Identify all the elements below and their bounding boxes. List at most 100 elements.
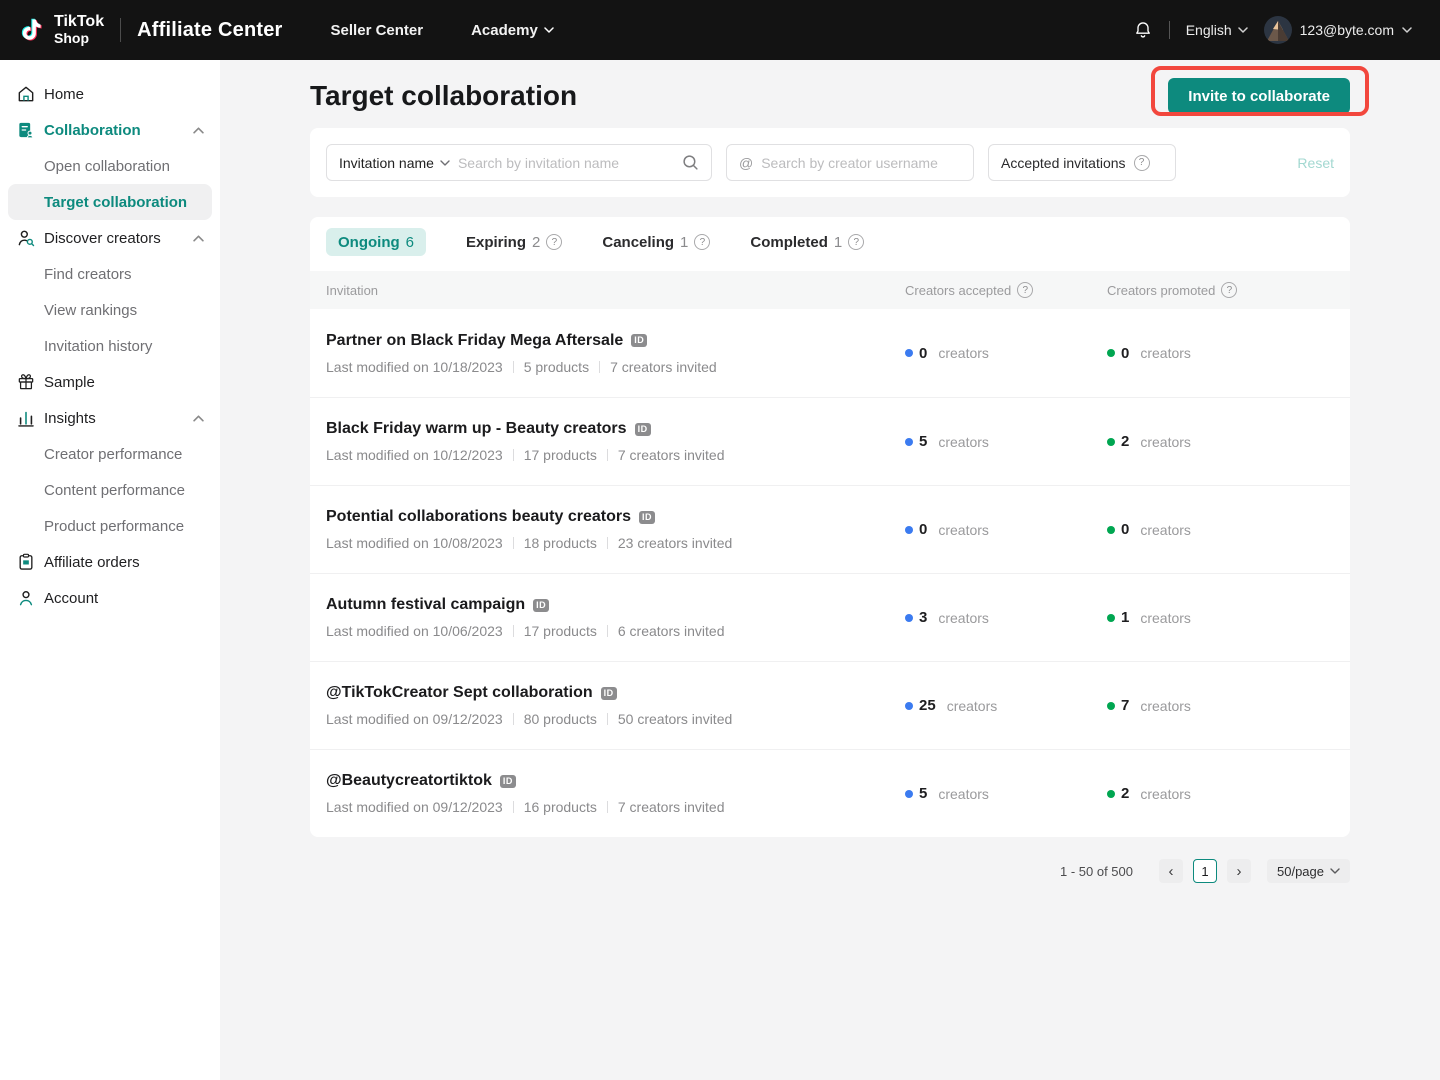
creators-promoted-cell: 2creators	[1107, 785, 1334, 802]
chevron-down-icon	[1402, 27, 1412, 33]
sidebar-item-find-creators[interactable]: Find creators	[0, 256, 220, 292]
table-row[interactable]: Partner on Black Friday Mega AftersaleID…	[310, 309, 1350, 397]
promoted-dot-icon	[1107, 438, 1115, 446]
help-icon[interactable]	[848, 234, 864, 250]
column-invitation: Invitation	[326, 283, 905, 298]
chevron-up-icon[interactable]	[193, 415, 204, 422]
accepted-dot-icon	[905, 349, 913, 357]
sidebar-item-creator-performance[interactable]: Creator performance	[0, 436, 220, 472]
sidebar-item-sample[interactable]: Sample	[0, 364, 220, 400]
table-row[interactable]: Potential collaborations beauty creators…	[310, 485, 1350, 573]
id-badge-icon: ID	[500, 775, 516, 788]
sidebar-item-open-collaboration[interactable]: Open collaboration	[0, 148, 220, 184]
chevron-down-icon	[544, 27, 554, 33]
promoted-dot-icon	[1107, 614, 1115, 622]
sidebar-item-target-collaboration[interactable]: Target collaboration	[8, 184, 212, 220]
sidebar-item-discover-creators[interactable]: Discover creators	[0, 220, 220, 256]
id-badge-icon: ID	[601, 687, 617, 700]
accepted-dot-icon	[905, 614, 913, 622]
creators-accepted-cell: 0creators	[905, 521, 1107, 538]
nav-seller-center[interactable]: Seller Center	[331, 22, 424, 39]
promoted-dot-icon	[1107, 349, 1115, 357]
invitation-search-box: Invitation name	[326, 144, 712, 181]
language-selector[interactable]: English	[1186, 22, 1248, 38]
discover-creators-icon	[16, 228, 36, 248]
creators-accepted-cell: 3creators	[905, 609, 1107, 626]
page-size-selector[interactable]: 50/page	[1267, 859, 1350, 883]
creators-promoted-cell: 1creators	[1107, 609, 1334, 626]
id-badge-icon: ID	[639, 511, 655, 524]
creators-accepted-cell: 5creators	[905, 433, 1107, 450]
tab-ongoing[interactable]: Ongoing 6	[326, 228, 426, 256]
help-icon[interactable]	[1134, 155, 1150, 171]
id-badge-icon: ID	[635, 423, 651, 436]
sidebar: Home Collaboration Open collaboration Ta…	[0, 60, 220, 1080]
accepted-dot-icon	[905, 790, 913, 798]
search-icon[interactable]	[682, 154, 699, 171]
chevron-up-icon[interactable]	[193, 235, 204, 242]
next-page-button[interactable]: ›	[1227, 859, 1251, 883]
page-title: Target collaboration	[310, 80, 577, 112]
invitation-search-input[interactable]	[458, 155, 674, 171]
table-row[interactable]: Black Friday warm up - Beauty creatorsID…	[310, 397, 1350, 485]
chevron-up-icon[interactable]	[193, 127, 204, 134]
notification-bell-icon[interactable]	[1133, 20, 1153, 40]
tiktok-note-icon	[18, 14, 46, 46]
table-row[interactable]: @BeautycreatortiktokID Last modified on …	[310, 749, 1350, 837]
pagination-range: 1 - 50 of 500	[1060, 864, 1133, 879]
search-type-select[interactable]: Invitation name	[339, 155, 450, 171]
invite-to-collaborate-button[interactable]: Invite to collaborate	[1168, 78, 1350, 114]
app-header: TikTok Shop Affiliate Center Seller Cent…	[0, 0, 1440, 60]
help-icon[interactable]	[694, 234, 710, 250]
account-email: 123@byte.com	[1300, 22, 1394, 38]
current-page[interactable]: 1	[1193, 859, 1217, 883]
creators-accepted-cell: 25creators	[905, 697, 1107, 714]
accepted-dot-icon	[905, 526, 913, 534]
sidebar-item-affiliate-orders[interactable]: Affiliate orders	[0, 544, 220, 580]
at-sign-icon: @	[739, 155, 753, 171]
creator-username-input[interactable]	[761, 155, 961, 171]
prev-page-button[interactable]: ‹	[1159, 859, 1183, 883]
main-content: Target collaboration Invite to collabora…	[220, 60, 1440, 1080]
chevron-down-icon	[1330, 868, 1340, 874]
sidebar-item-view-rankings[interactable]: View rankings	[0, 292, 220, 328]
promoted-dot-icon	[1107, 702, 1115, 710]
header-nav: Seller Center Academy	[331, 22, 554, 39]
tiktok-shop-logo[interactable]: TikTok Shop	[18, 14, 104, 46]
avatar	[1264, 16, 1292, 44]
sidebar-item-insights[interactable]: Insights	[0, 400, 220, 436]
header-divider	[120, 18, 121, 42]
accepted-invitations-filter[interactable]: Accepted invitations	[988, 144, 1176, 181]
sidebar-item-account[interactable]: Account	[0, 580, 220, 616]
chevron-down-icon	[1238, 27, 1248, 33]
sidebar-item-invitation-history[interactable]: Invitation history	[0, 328, 220, 364]
tab-expiring[interactable]: Expiring 2	[466, 234, 562, 251]
home-icon	[16, 84, 36, 104]
help-icon[interactable]	[546, 234, 562, 250]
sidebar-item-home[interactable]: Home	[0, 76, 220, 112]
creator-username-search-box: @	[726, 144, 974, 181]
nav-academy[interactable]: Academy	[471, 22, 554, 39]
account-menu[interactable]: 123@byte.com	[1264, 16, 1412, 44]
product-title: Affiliate Center	[137, 19, 282, 42]
promoted-dot-icon	[1107, 790, 1115, 798]
help-icon[interactable]	[1221, 282, 1237, 298]
sidebar-item-collaboration[interactable]: Collaboration	[0, 112, 220, 148]
tab-canceling[interactable]: Canceling 1	[602, 234, 710, 251]
table-row[interactable]: @TikTokCreator Sept collaborationID Last…	[310, 661, 1350, 749]
sidebar-item-content-performance[interactable]: Content performance	[0, 472, 220, 508]
id-badge-icon: ID	[631, 334, 647, 347]
chevron-down-icon	[440, 160, 450, 166]
header-divider	[1169, 21, 1170, 39]
table-row[interactable]: Autumn festival campaignID Last modified…	[310, 573, 1350, 661]
help-icon[interactable]	[1017, 282, 1033, 298]
logo-wordmark: TikTok Shop	[54, 14, 104, 45]
accepted-dot-icon	[905, 438, 913, 446]
promoted-dot-icon	[1107, 526, 1115, 534]
reset-filters-link[interactable]: Reset	[1297, 155, 1334, 171]
table-header: Invitation Creators accepted Creators pr…	[310, 271, 1350, 309]
tab-completed[interactable]: Completed 1	[750, 234, 864, 251]
filter-bar: Invitation name @ Accepted invitations R…	[310, 128, 1350, 197]
sidebar-item-product-performance[interactable]: Product performance	[0, 508, 220, 544]
insights-chart-icon	[16, 408, 36, 428]
